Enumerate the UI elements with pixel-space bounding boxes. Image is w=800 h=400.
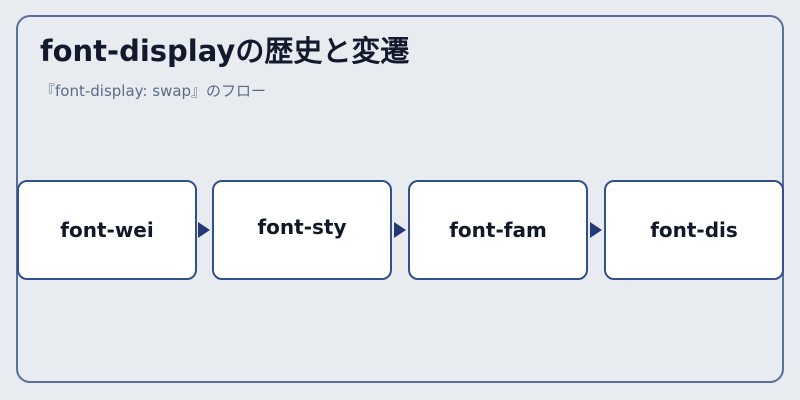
page-subtitle: 『font-display: swap』のフロー bbox=[40, 82, 267, 100]
flow-step-label: font-dis bbox=[650, 218, 738, 242]
arrow-right-icon bbox=[590, 222, 602, 238]
flow-step-label: font-fam bbox=[449, 218, 547, 242]
flow-step-3: font-fam bbox=[408, 180, 588, 280]
flow-step-4: font-dis bbox=[604, 180, 784, 280]
flow-step-2: font-sty bbox=[212, 180, 392, 280]
flow-step-label: font-wei bbox=[60, 218, 154, 242]
flow-step-1: font-wei bbox=[17, 180, 197, 280]
arrow-right-icon bbox=[198, 222, 210, 238]
page-title: font-displayの歴史と変遷 bbox=[40, 34, 410, 68]
flow-step-label: font-sty bbox=[257, 215, 347, 239]
arrow-right-icon bbox=[394, 222, 406, 238]
